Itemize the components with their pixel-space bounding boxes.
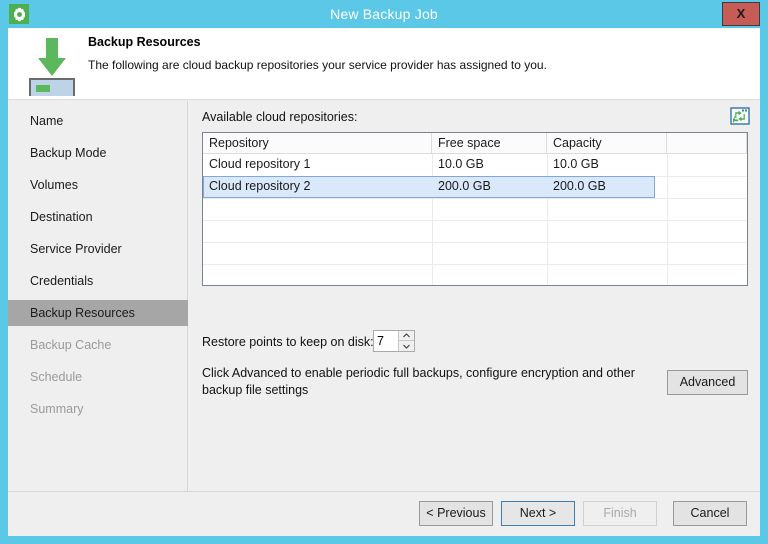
grid-line	[203, 264, 747, 265]
column-header-capacity[interactable]: Capacity	[547, 133, 667, 153]
sidebar-item-destination[interactable]: Destination	[8, 204, 188, 230]
cancel-button[interactable]: Cancel	[673, 501, 747, 526]
cell-capacity: 10.0 GB	[553, 157, 599, 171]
grid-line	[203, 242, 747, 243]
cell-capacity: 200.0 GB	[553, 179, 606, 193]
table-header-row: Repository Free space Capacity	[203, 133, 747, 154]
column-header-blank[interactable]	[667, 133, 747, 153]
sidebar-item-backup-mode[interactable]: Backup Mode	[8, 140, 188, 166]
cell-repository: Cloud repository 2	[209, 179, 311, 193]
grid-line	[203, 220, 747, 221]
table-row[interactable]: Cloud repository 2 200.0 GB 200.0 GB	[203, 176, 747, 198]
content-pane: Available cloud repositories: Repository…	[189, 101, 760, 491]
sidebar-item-label: Backup Resources	[30, 306, 135, 320]
sidebar-item-label: Summary	[30, 402, 84, 416]
grid-line	[203, 198, 747, 199]
sidebar-item-schedule: Schedule	[8, 364, 188, 390]
dialog-header: Backup Resources The following are cloud…	[8, 28, 760, 100]
advanced-description: Click Advanced to enable periodic full b…	[202, 366, 635, 397]
chevron-up-icon[interactable]	[399, 331, 414, 341]
window-title: New Backup Job	[330, 6, 438, 22]
wizard-steps-sidebar: Name Backup Mode Volumes Destination Service…	[8, 101, 188, 491]
sidebar-item-label: Backup Mode	[30, 146, 107, 160]
close-button[interactable]: X	[722, 2, 760, 26]
stepper-buttons	[398, 331, 414, 351]
previous-button[interactable]: < Previous	[419, 501, 493, 526]
title-bar: New Backup Job X	[0, 0, 768, 28]
next-button[interactable]: Next >	[501, 501, 575, 526]
sidebar-item-credentials[interactable]: Credentials	[8, 268, 188, 294]
restore-points-value[interactable]: 7	[377, 331, 399, 351]
sidebar-item-volumes[interactable]: Volumes	[8, 172, 188, 198]
available-repositories-label: Available cloud repositories:	[202, 110, 358, 124]
advanced-button[interactable]: Advanced	[667, 370, 748, 395]
sidebar-item-name[interactable]: Name	[8, 108, 188, 134]
sidebar-item-label: Name	[30, 114, 64, 128]
sidebar-item-service-provider[interactable]: Service Provider	[8, 236, 188, 262]
sidebar-item-label: Volumes	[30, 178, 78, 192]
download-to-disk-icon	[20, 32, 84, 100]
sidebar-item-label: Credentials	[30, 274, 94, 288]
cell-free-space: 200.0 GB	[438, 179, 491, 193]
sidebar-item-summary: Summary	[8, 396, 188, 422]
dialog-window: New Backup Job X Backup Resources The fo…	[0, 0, 768, 544]
dialog-body: Backup Resources The following are cloud…	[8, 28, 760, 536]
restore-points-label: Restore points to keep on disk:	[202, 335, 374, 349]
sidebar-item-backup-cache: Backup Cache	[8, 332, 188, 358]
table-row[interactable]: Cloud repository 1 10.0 GB 10.0 GB	[203, 154, 747, 176]
sidebar-item-label: Backup Cache	[30, 338, 112, 352]
page-description: The following are cloud backup repositor…	[88, 58, 547, 72]
page-title: Backup Resources	[88, 35, 201, 49]
finish-button: Finish	[583, 501, 657, 526]
refresh-icon[interactable]	[729, 105, 751, 127]
sidebar-item-label: Schedule	[30, 370, 83, 384]
restore-points-stepper[interactable]: 7	[373, 330, 415, 352]
cell-repository: Cloud repository 1	[209, 157, 311, 171]
chevron-down-icon[interactable]	[399, 341, 414, 351]
sidebar-item-label: Service Provider	[30, 242, 122, 256]
column-header-repository[interactable]: Repository	[203, 133, 432, 153]
dialog-footer: < Previous Next > Finish Cancel	[8, 491, 760, 536]
sidebar-item-label: Destination	[30, 210, 93, 224]
column-header-free-space[interactable]: Free space	[432, 133, 547, 153]
cell-free-space: 10.0 GB	[438, 157, 484, 171]
sidebar-item-backup-resources[interactable]: Backup Resources	[8, 300, 188, 326]
repositories-table[interactable]: Repository Free space Capacity Cloud repos…	[202, 132, 748, 286]
